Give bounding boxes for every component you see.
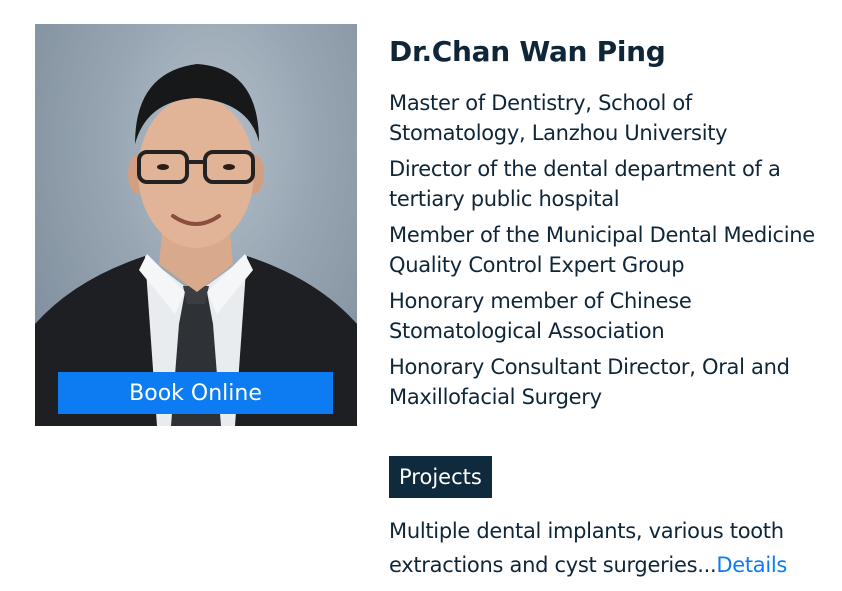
doctor-name: Dr.Chan Wan Ping xyxy=(389,35,666,68)
doctor-photo: Book Online xyxy=(35,24,357,426)
book-online-button[interactable]: Book Online xyxy=(58,372,333,414)
credential-item: Member of the Municipal Dental Medicine … xyxy=(389,223,815,277)
doctor-portrait-icon xyxy=(35,64,357,426)
credential-item: Honorary Consultant Director, Oral and M… xyxy=(389,355,790,409)
credential-item: Master of Dentistry, School of Stomatolo… xyxy=(389,91,728,145)
projects-tag: Projects xyxy=(389,456,492,498)
credential-item: Honorary member of Chinese Stomatologica… xyxy=(389,289,692,343)
doctor-info: Dr.Chan Wan Ping Master of Dentistry, Sc… xyxy=(389,32,829,418)
projects-description: Multiple dental implants, various tooth … xyxy=(389,514,829,582)
details-link[interactable]: Details xyxy=(716,553,787,577)
credentials-list: Master of Dentistry, School of Stomatolo… xyxy=(389,88,829,412)
credential-item: Director of the dental department of a t… xyxy=(389,157,781,211)
